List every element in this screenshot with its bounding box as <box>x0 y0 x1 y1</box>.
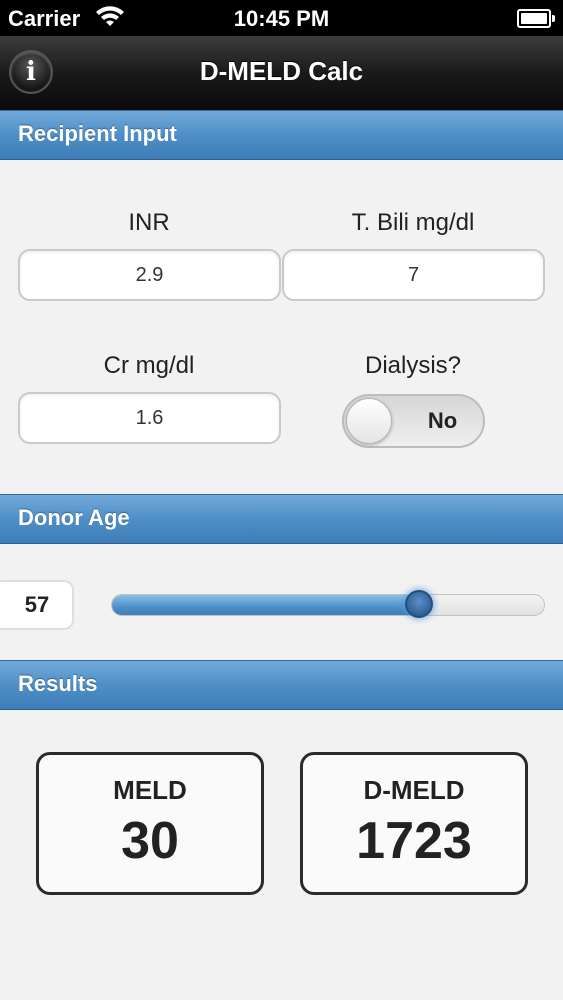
cr-label: Cr mg/dl <box>103 352 195 379</box>
cr-input[interactable] <box>18 392 281 444</box>
dmeld-result-box: D-MELD 1723 <box>300 752 528 895</box>
slider-handle[interactable] <box>405 590 433 618</box>
donor-age-value: 57 <box>0 580 74 630</box>
bili-label: T. Bili mg/dl <box>351 209 475 236</box>
status-time: 10:45 PM <box>233 6 330 31</box>
section-header-recipient-input: Recipient Input <box>0 110 563 160</box>
inr-label: INR <box>128 209 170 236</box>
dialysis-toggle[interactable]: No <box>342 394 485 448</box>
dmeld-label: D-MELD <box>363 775 465 805</box>
meld-result-box: MELD 30 <box>36 752 264 895</box>
bili-input[interactable] <box>282 249 545 301</box>
meld-value: 30 <box>121 812 179 870</box>
app-title: D-MELD Calc <box>199 56 364 86</box>
toggle-knob[interactable] <box>346 398 392 444</box>
dialysis-label: Dialysis? <box>364 352 462 379</box>
slider-fill <box>112 595 420 615</box>
section-header-donor-age: Donor Age <box>0 494 563 544</box>
battery-icon <box>517 9 555 28</box>
inr-input[interactable] <box>18 249 281 301</box>
meld-label: MELD <box>113 775 187 805</box>
dialysis-toggle-state: No <box>427 408 458 433</box>
donor-age-slider[interactable] <box>111 594 545 616</box>
title-bar: i D-MELD Calc <box>0 36 563 111</box>
status-bar: Carrier 10:45 PM <box>0 0 563 36</box>
section-header-results: Results <box>0 660 563 710</box>
dmeld-value: 1723 <box>356 812 472 870</box>
